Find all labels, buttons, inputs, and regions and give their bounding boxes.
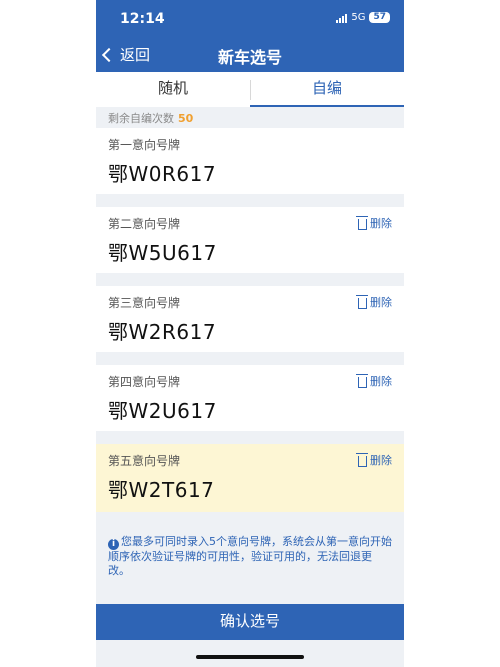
plate-card-5[interactable]: 第五意向号牌 删除 鄂W2T617 bbox=[96, 444, 404, 512]
tab-custom[interactable]: 自编 bbox=[250, 72, 404, 107]
home-indicator bbox=[196, 655, 304, 659]
delete-button[interactable]: 删除 bbox=[356, 373, 392, 389]
tab-bar: 随机 自编 bbox=[96, 72, 404, 107]
chevron-left-icon bbox=[101, 47, 117, 62]
trash-icon bbox=[356, 215, 368, 230]
plate-number: 鄂W2R617 bbox=[108, 320, 217, 344]
delete-button[interactable]: 删除 bbox=[356, 294, 392, 310]
trash-icon bbox=[356, 373, 368, 388]
notice: i 您最多可同时录入5个意向号牌，系统会从第一意向开始顺序依次验证号牌的可用性，验… bbox=[108, 535, 392, 578]
remaining-label: 剩余自编次数 bbox=[108, 112, 174, 125]
status-indicators: 5G 57 bbox=[336, 12, 390, 23]
notice-text: 您最多可同时录入5个意向号牌，系统会从第一意向开始顺序依次验证号牌的可用性，验证… bbox=[108, 535, 392, 577]
plate-card-1[interactable]: 第一意向号牌 鄂W0R617 bbox=[96, 128, 404, 194]
plate-card-2[interactable]: 第二意向号牌 删除 鄂W5U617 bbox=[96, 207, 404, 273]
plate-card-4[interactable]: 第四意向号牌 删除 鄂W2U617 bbox=[96, 365, 404, 431]
remaining-value: 50 bbox=[178, 112, 194, 125]
back-button[interactable]: 返回 bbox=[101, 44, 151, 65]
plate-number: 鄂W2T617 bbox=[108, 478, 215, 502]
delete-label: 删除 bbox=[370, 454, 392, 467]
phone-screen: 12:14 5G 57 新车选号 返回 随机 自编 剩余自编次数 50 第一意向号… bbox=[96, 0, 404, 667]
confirm-button[interactable]: 确认选号 bbox=[96, 604, 404, 640]
delete-button[interactable]: 删除 bbox=[356, 215, 392, 231]
remaining-count: 剩余自编次数 50 bbox=[108, 110, 193, 126]
battery-icon: 57 bbox=[369, 12, 390, 23]
plate-label: 第四意向号牌 bbox=[108, 375, 181, 389]
plate-number: 鄂W0R617 bbox=[108, 162, 217, 186]
plate-label: 第二意向号牌 bbox=[108, 217, 181, 231]
delete-label: 删除 bbox=[370, 217, 392, 230]
header: 12:14 5G 57 新车选号 返回 bbox=[96, 0, 404, 72]
trash-icon bbox=[356, 452, 368, 467]
plate-label: 第一意向号牌 bbox=[108, 138, 181, 152]
plate-card-3[interactable]: 第三意向号牌 删除 鄂W2R617 bbox=[96, 286, 404, 352]
info-icon: i bbox=[108, 539, 119, 550]
plate-number: 鄂W5U617 bbox=[108, 241, 217, 265]
delete-label: 删除 bbox=[370, 375, 392, 388]
back-label: 返回 bbox=[120, 46, 151, 64]
signal-icon bbox=[336, 13, 348, 23]
network-label: 5G bbox=[351, 12, 366, 23]
trash-icon bbox=[356, 294, 368, 309]
status-time: 12:14 bbox=[120, 11, 165, 27]
delete-button[interactable]: 删除 bbox=[356, 452, 392, 468]
plate-label: 第三意向号牌 bbox=[108, 296, 181, 310]
plate-label: 第五意向号牌 bbox=[108, 454, 181, 468]
delete-label: 删除 bbox=[370, 296, 392, 309]
tab-random[interactable]: 随机 bbox=[96, 72, 250, 107]
plate-number: 鄂W2U617 bbox=[108, 399, 217, 423]
